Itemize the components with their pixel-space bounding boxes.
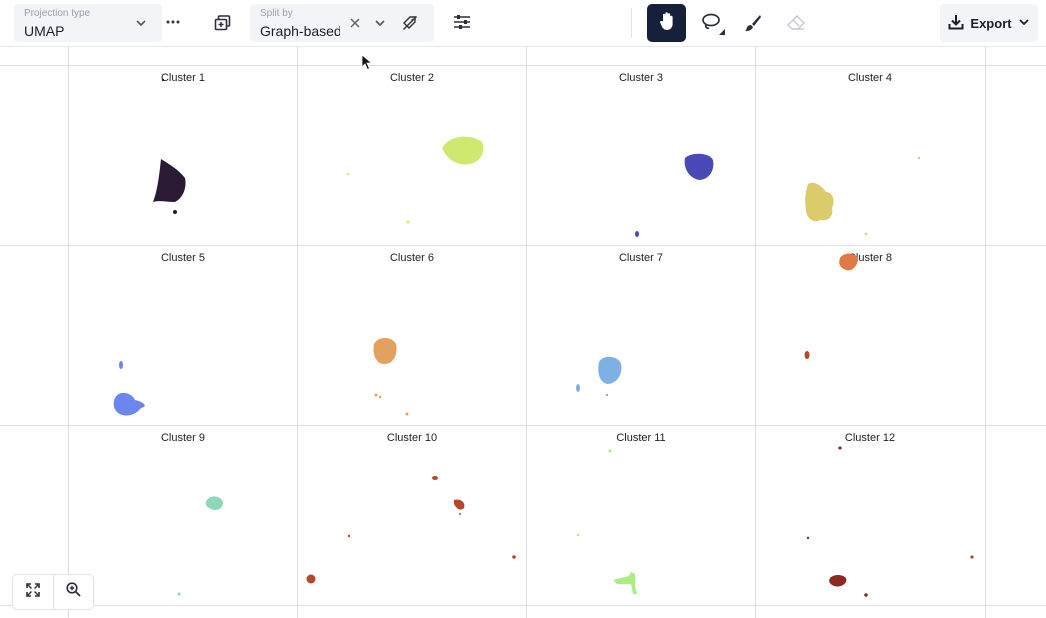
add-view-icon[interactable] bbox=[211, 11, 235, 35]
cluster-point bbox=[406, 220, 410, 224]
chevron-down-icon[interactable] bbox=[132, 14, 150, 32]
cluster-plot bbox=[113, 361, 145, 416]
cluster-point bbox=[635, 231, 639, 237]
cluster-point bbox=[806, 536, 810, 540]
cluster-blob bbox=[684, 153, 714, 180]
cluster-plot bbox=[373, 338, 409, 416]
cluster-plot bbox=[576, 356, 622, 397]
cluster-plot bbox=[306, 476, 516, 584]
cluster-point bbox=[347, 534, 351, 538]
export-label: Export bbox=[970, 15, 1012, 31]
cluster-panel[interactable]: Cluster 1 bbox=[69, 66, 297, 245]
projection-type-select[interactable]: Projection type UMAP bbox=[14, 4, 162, 42]
cluster-point bbox=[804, 351, 810, 359]
grid-line bbox=[985, 46, 986, 618]
cluster-point bbox=[576, 533, 580, 537]
cluster-panel[interactable]: Cluster 7 bbox=[527, 246, 755, 425]
cluster-panel[interactable]: Cluster 2 bbox=[298, 66, 526, 245]
projection-type-label: Projection type bbox=[24, 8, 91, 19]
clear-icon[interactable] bbox=[346, 14, 364, 32]
cluster-point bbox=[378, 395, 382, 399]
more-options-icon[interactable] bbox=[163, 12, 183, 32]
cluster-point bbox=[459, 513, 461, 515]
chevron-down-icon[interactable] bbox=[371, 14, 389, 32]
cluster-point bbox=[346, 172, 350, 176]
cluster-panel[interactable]: Cluster 9 bbox=[69, 426, 297, 605]
cluster-blob bbox=[373, 338, 397, 364]
cluster-point bbox=[405, 412, 409, 416]
cluster-panel[interactable]: Cluster 10 bbox=[298, 426, 526, 605]
split-by-select[interactable]: Split by Graph-based bbox=[250, 4, 434, 42]
cluster-plot bbox=[806, 446, 974, 597]
cluster-blob bbox=[805, 182, 834, 222]
cluster-blob bbox=[613, 572, 637, 594]
cluster-point bbox=[119, 361, 123, 369]
toolbar: Projection type UMAP Split by Graph-base… bbox=[0, 0, 1046, 47]
cluster-plot bbox=[805, 156, 921, 236]
export-button[interactable]: Export bbox=[940, 4, 1038, 42]
cluster-blob bbox=[442, 136, 484, 165]
fit-view-button[interactable] bbox=[13, 575, 53, 609]
cluster-point bbox=[177, 592, 181, 596]
brush-icon[interactable] bbox=[741, 11, 765, 35]
cluster-panel[interactable]: Cluster 12 bbox=[756, 426, 984, 605]
download-icon bbox=[948, 14, 964, 33]
cluster-point bbox=[864, 232, 868, 236]
cluster-blob bbox=[205, 496, 223, 510]
cluster-point bbox=[970, 555, 974, 559]
toolbar-divider bbox=[631, 8, 632, 38]
zoom-in-icon bbox=[66, 582, 81, 602]
lasso-tool-button[interactable] bbox=[697, 10, 727, 38]
eraser-icon[interactable] bbox=[784, 11, 808, 35]
cluster-panel[interactable]: Cluster 5 bbox=[69, 246, 297, 425]
cluster-point bbox=[306, 574, 316, 584]
cluster-plot bbox=[635, 153, 714, 237]
hide-tag-icon[interactable] bbox=[400, 13, 420, 33]
cluster-blob bbox=[598, 356, 622, 384]
expand-icon bbox=[25, 582, 40, 602]
cluster-point bbox=[512, 555, 516, 559]
cluster-point bbox=[605, 393, 609, 397]
cluster-blob bbox=[153, 159, 186, 202]
hand-icon bbox=[658, 11, 676, 36]
zoom-controls bbox=[12, 574, 94, 610]
cluster-panel[interactable]: Cluster 11 bbox=[527, 426, 755, 605]
cluster-point bbox=[374, 393, 378, 397]
cluster-plot bbox=[576, 449, 637, 594]
cluster-point bbox=[917, 156, 921, 160]
projection-type-value: UMAP bbox=[24, 23, 65, 39]
cluster-plot bbox=[346, 136, 484, 224]
cluster-blob bbox=[454, 499, 465, 510]
cluster-blob bbox=[839, 253, 858, 271]
mouse-cursor-icon bbox=[361, 54, 373, 76]
cluster-point bbox=[576, 384, 580, 392]
grid-line bbox=[0, 605, 1046, 606]
cluster-blob bbox=[113, 392, 145, 416]
cluster-point bbox=[161, 78, 165, 82]
cluster-plot bbox=[804, 253, 858, 359]
cluster-plot bbox=[177, 496, 223, 596]
cluster-panel[interactable]: Cluster 6 bbox=[298, 246, 526, 425]
cluster-panel[interactable]: Cluster 8 bbox=[756, 246, 984, 425]
zoom-in-button[interactable] bbox=[52, 575, 94, 609]
cluster-point bbox=[608, 449, 612, 453]
cluster-plot bbox=[153, 78, 186, 214]
chevron-down-icon bbox=[1018, 16, 1030, 31]
cluster-panel[interactable]: Cluster 4 bbox=[756, 66, 984, 245]
cluster-point bbox=[432, 476, 438, 480]
split-by-label: Split by bbox=[260, 8, 293, 19]
cluster-blob bbox=[829, 575, 847, 587]
cluster-point bbox=[838, 446, 842, 450]
cluster-panel[interactable]: Cluster 3 bbox=[527, 66, 755, 245]
settings-sliders-icon[interactable] bbox=[451, 11, 473, 33]
pan-tool-button[interactable] bbox=[647, 4, 686, 42]
split-by-value: Graph-based bbox=[260, 23, 340, 39]
cluster-point bbox=[173, 210, 177, 214]
cluster-point bbox=[864, 593, 868, 597]
